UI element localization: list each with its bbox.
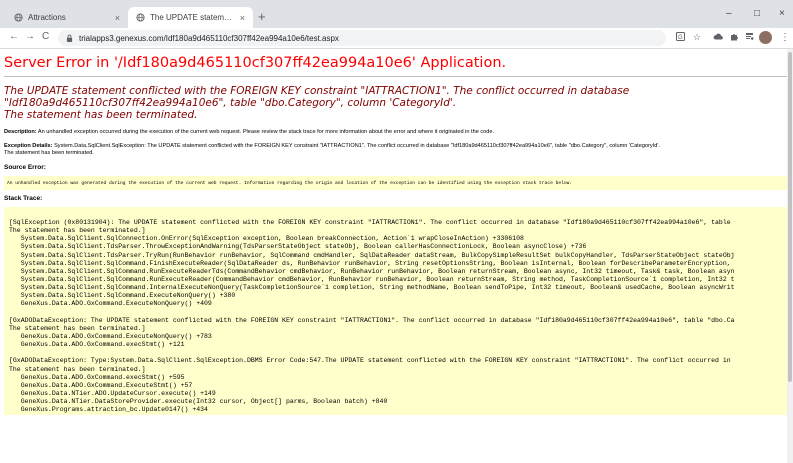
stack-trace-line: GeneXus.Data.ADO.GxCommand.ExecuteNonQue…: [9, 300, 212, 308]
extensions-icon[interactable]: [730, 32, 739, 41]
stack-trace-line: System.Data.SqlClient.TdsParser.ThrowExc…: [9, 243, 587, 251]
stack-trace-line: System.Data.SqlClient.SqlConnection.OnEr…: [9, 235, 524, 243]
exception-text-2: The statement has been terminated.: [4, 150, 94, 156]
stack-trace-line: System.Data.SqlClient.SqlCommand.RunExec…: [9, 267, 735, 275]
media-icon[interactable]: [745, 32, 754, 41]
maximize-button[interactable]: □: [754, 8, 760, 19]
star-icon[interactable]: ☆: [693, 32, 701, 43]
forward-button[interactable]: →: [25, 31, 35, 42]
svg-text:G: G: [678, 35, 683, 41]
error-message-line: The statement has been terminated.: [4, 109, 198, 121]
browser-toolbar: ← → C trialapps3.genexus.com/Idf180a9d46…: [0, 28, 793, 49]
stack-trace-line: System.Data.SqlClient.SqlCommand.Execute…: [9, 292, 236, 300]
reload-button[interactable]: C: [42, 31, 49, 42]
tab-server-error[interactable]: The UPDATE statement conflicte ×: [128, 7, 253, 28]
stack-trace-line: GeneXus.Data.ADO.GxCommand.execStmt() +1…: [9, 341, 185, 349]
stack-trace-line: GeneXus.Data.NTier.DataStoreProvider.exe…: [9, 398, 388, 406]
url-text: trialapps3.genexus.com/Idf180a9d465110cf…: [79, 33, 339, 43]
divider: [4, 76, 787, 77]
stack-trace-line: GeneXus.Programs.attraction_bc.Update014…: [9, 406, 208, 414]
browser-tab-strip: Attractions × The UPDATE statement confl…: [0, 0, 793, 28]
stack-trace-line: [9, 349, 789, 357]
back-button[interactable]: ←: [9, 31, 19, 42]
stack-trace-line: The statement has been terminated.]: [9, 365, 146, 373]
stack-trace-line: The statement has been terminated.]: [9, 227, 146, 235]
source-error-box: An unhandled exception was generated dur…: [4, 176, 789, 190]
exception-details: Exception Details: System.Data.SqlClient…: [4, 143, 660, 150]
description-text: An unhandled exception occurred during t…: [37, 129, 495, 135]
close-window-button[interactable]: ×: [779, 8, 785, 19]
close-icon[interactable]: ×: [240, 13, 245, 23]
close-icon[interactable]: ×: [115, 13, 120, 23]
stack-trace-line: The statement has been terminated.]: [9, 324, 146, 332]
cloud-icon[interactable]: [713, 32, 723, 41]
stack-trace-box: [SqlException (0x80131904): The UPDATE s…: [4, 207, 789, 415]
stack-trace-line: [GxADODataException: Type:System.Data.Sq…: [9, 357, 731, 365]
tab-title: The UPDATE statement conflicte: [150, 13, 236, 22]
stack-trace-label: Stack Trace:: [4, 195, 43, 202]
stack-trace-line: GeneXus.Data.ADO.GxCommand.execStmt() +5…: [9, 373, 185, 381]
error-page: Server Error in '/Idf180a9d465110cf307ff…: [0, 49, 793, 463]
source-error-text: An unhandled exception was generated dur…: [7, 181, 573, 186]
stack-trace-line: [GxADODataException: The UPDATE statemen…: [9, 316, 735, 324]
stack-trace-line: GeneXus.Data.NTier.ADO.UpdateCursor.exec…: [9, 389, 216, 397]
error-message-line: "Idf180a9d465110cf307ff42ea994a10e6", ta…: [4, 97, 457, 109]
scrollbar-thumb[interactable]: [788, 52, 792, 382]
stack-trace-line: [9, 309, 789, 317]
stack-trace-line: [SqlException (0x80131904): The UPDATE s…: [9, 219, 731, 226]
address-bar[interactable]: trialapps3.genexus.com/Idf180a9d465110cf…: [58, 30, 666, 46]
exception-text: System.Data.SqlClient.SqlException: The …: [54, 143, 661, 149]
page-title: Server Error in '/Idf180a9d465110cf307ff…: [4, 55, 507, 71]
error-message: The UPDATE statement conflicted with the…: [4, 85, 774, 121]
globe-icon: [136, 13, 145, 22]
stack-trace-line: System.Data.SqlClient.SqlCommand.Interna…: [9, 284, 735, 292]
stack-trace-line: GeneXus.Data.ADO.GxCommand.ExecuteStmt()…: [9, 381, 193, 389]
tab-attractions[interactable]: Attractions ×: [6, 7, 128, 28]
stack-trace-line: System.Data.SqlClient.SqlCommand.FinishE…: [9, 259, 731, 267]
minimize-button[interactable]: –: [726, 8, 732, 19]
new-tab-button[interactable]: +: [258, 9, 266, 24]
error-message-line: The UPDATE statement conflicted with the…: [4, 85, 630, 97]
stack-trace-line: GeneXus.Data.ADO.GxCommand.ExecuteNonQue…: [9, 332, 212, 340]
description: Description: An unhandled exception occu…: [4, 129, 494, 136]
menu-icon[interactable]: ⋮: [780, 32, 790, 43]
lock-icon: [66, 34, 73, 42]
stack-trace-line: System.Data.SqlClient.SqlCommand.RunExec…: [9, 275, 735, 283]
source-error-label: Source Error:: [4, 164, 46, 171]
exception-label: Exception Details:: [4, 143, 53, 149]
tab-title: Attractions: [28, 13, 66, 22]
stack-trace-line: System.Data.SqlClient.TdsParser.TryRun(R…: [9, 251, 735, 259]
description-label: Description:: [4, 129, 37, 135]
globe-icon: [14, 13, 23, 22]
profile-avatar[interactable]: [759, 31, 772, 44]
translate-icon[interactable]: G: [676, 32, 685, 41]
